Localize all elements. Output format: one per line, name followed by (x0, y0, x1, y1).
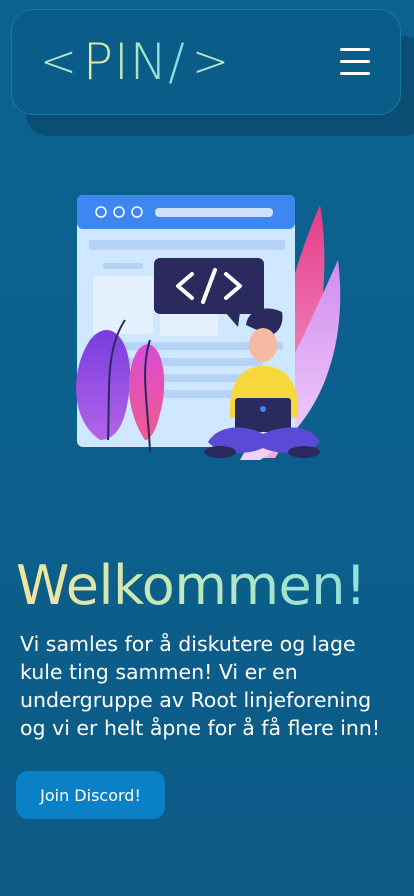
laptop-icon (235, 398, 291, 432)
site-logo[interactable]: < PIN/ > (40, 34, 229, 90)
menu-line-bottom (340, 72, 370, 75)
logo-close-bracket: > (192, 36, 229, 87)
person-shoe (288, 446, 320, 458)
logo-open-bracket: < (40, 36, 77, 87)
menu-line-middle (340, 60, 370, 63)
developer-coding-illustration (76, 195, 341, 460)
person-shoe (204, 446, 236, 458)
join-discord-button[interactable]: Join Discord! (16, 771, 165, 819)
hero-description: Vi samles for å diskutere og lage kule t… (20, 632, 381, 740)
person-face (249, 328, 277, 362)
menu-line-top (340, 48, 370, 51)
browser-address-bar (155, 208, 273, 217)
logo-text: PIN/ (82, 33, 187, 91)
page-block (103, 263, 143, 269)
page-title: Welkommen! (16, 554, 367, 617)
page-block (89, 240, 285, 250)
hamburger-menu-icon[interactable] (332, 42, 376, 82)
laptop-logo-icon (260, 406, 266, 412)
page-block (93, 276, 153, 334)
